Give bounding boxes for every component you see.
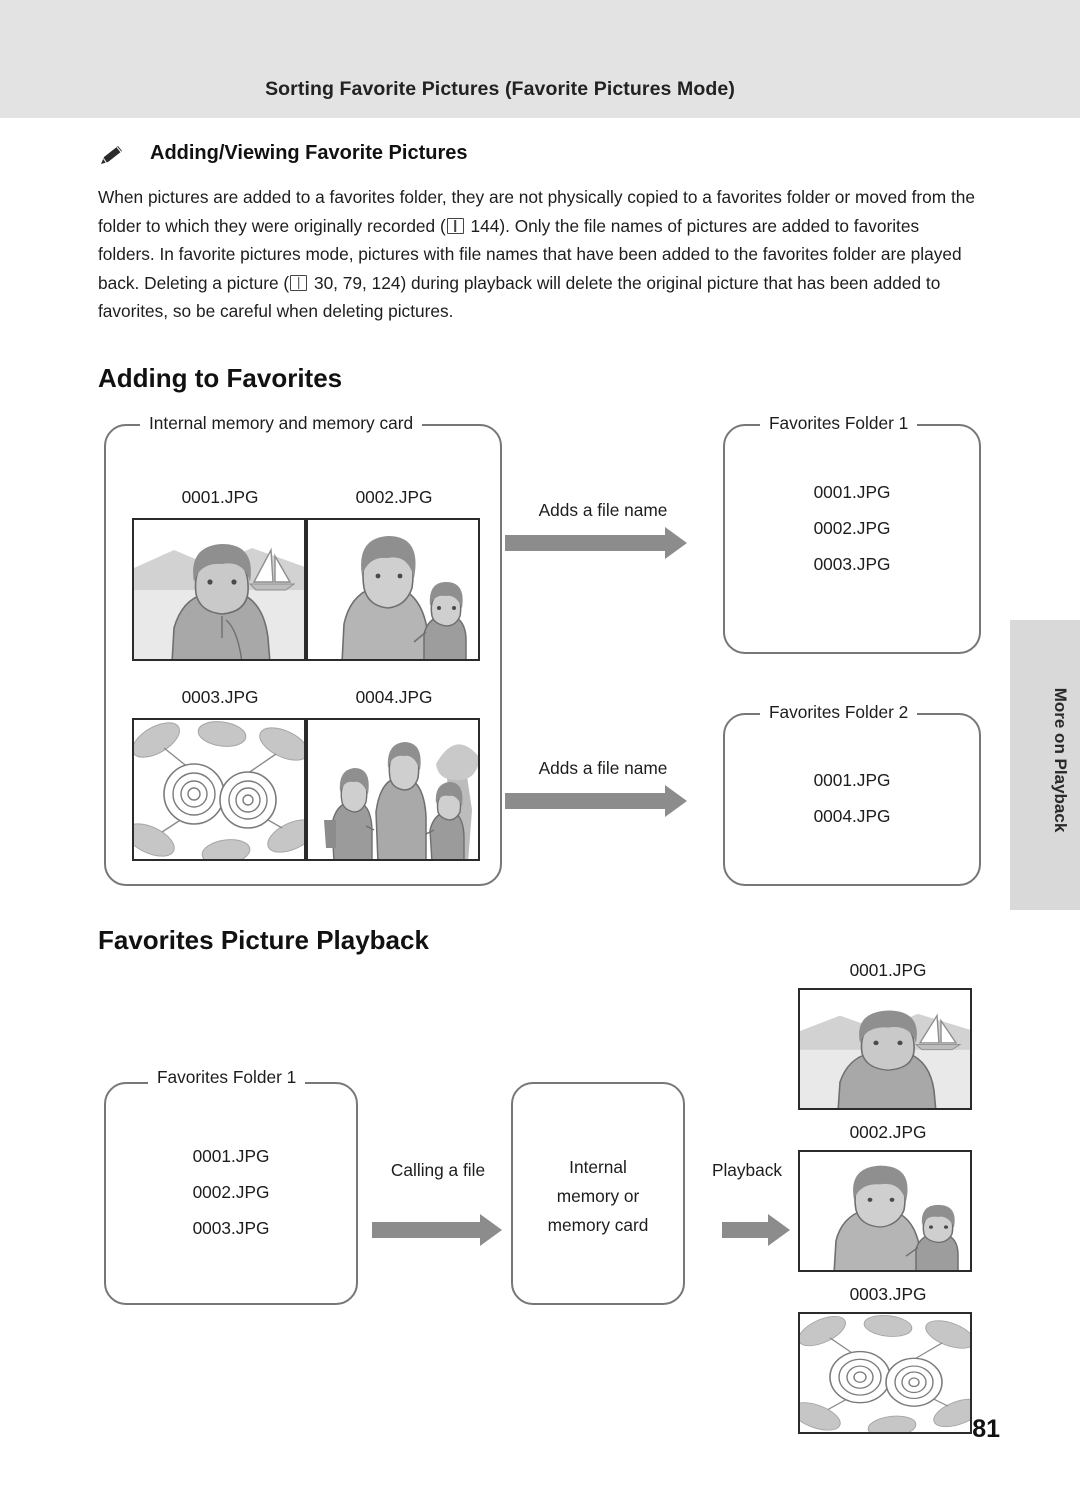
source-file-label-0001: 0001.JPG	[181, 487, 259, 507]
favorites-folder-1-file-0002: 0002.JPG	[813, 518, 891, 538]
playback-folder-label: Favorites Folder 1	[148, 1068, 306, 1086]
playback-thumbnail-0002	[798, 1150, 972, 1272]
source-file-label-0003: 0003.JPG	[181, 687, 259, 707]
arrow-caption-playback: Playback	[711, 1160, 783, 1180]
playback-output-label-0002: 0002.JPG	[849, 1122, 927, 1142]
page: Sorting Favorite Pictures (Favorite Pict…	[0, 0, 1080, 1486]
arrow-caption-adds-file-name-1: Adds a file name	[538, 500, 668, 520]
favorites-folder-2-file-0001: 0001.JPG	[813, 770, 891, 790]
favorites-folder-2-file-0004: 0004.JPG	[813, 806, 891, 826]
arrow-4-body	[722, 1222, 768, 1238]
arrow-1-head	[665, 527, 687, 559]
pencil-note-icon	[98, 144, 124, 168]
page-number: 81	[972, 1415, 1000, 1443]
side-tab-label: More on Playback	[1051, 687, 1070, 833]
note-title: Adding/Viewing Favorite Pictures	[150, 142, 468, 164]
source-box-label: Internal memory and memory card	[140, 414, 423, 432]
source-file-label-0004: 0004.JPG	[355, 687, 433, 707]
memory-box-label: Internal memory or memory card	[547, 1157, 649, 1235]
side-tab: More on Playback	[1010, 620, 1080, 910]
arrow-2-head	[665, 785, 687, 817]
favorites-folder-2-file-list: 0001.JPG 0004.JPG	[723, 762, 981, 834]
favorites-folder-1-file-0001: 0001.JPG	[813, 482, 891, 502]
arrow-3-body	[372, 1222, 480, 1238]
favorites-folder-1-file-list: 0001.JPG 0002.JPG 0003.JPG	[723, 474, 981, 582]
favorites-folder-1-label: Favorites Folder 1	[760, 414, 918, 432]
arrow-caption-calling-a-file: Calling a file	[390, 1160, 486, 1180]
section-heading-adding-to-favorites: Adding to Favorites	[98, 363, 343, 393]
playback-thumbnail-0001	[798, 988, 972, 1110]
thumbnail-0003	[132, 718, 306, 861]
playback-folder-file-0002: 0002.JPG	[192, 1182, 270, 1202]
arrow-2-body	[505, 793, 665, 809]
arrow-4-head	[768, 1214, 790, 1246]
thumbnail-0004	[306, 718, 480, 861]
playback-output-label-0001: 0001.JPG	[849, 960, 927, 980]
note-body: When pictures are added to a favorites f…	[98, 183, 980, 326]
thumbnail-0002	[306, 518, 480, 661]
favorites-folder-1-file-0003: 0003.JPG	[813, 554, 891, 574]
source-file-label-0002: 0002.JPG	[355, 487, 433, 507]
arrow-1-body	[505, 535, 665, 551]
playback-folder-file-0003: 0003.JPG	[192, 1218, 270, 1238]
playback-output-label-0003: 0003.JPG	[849, 1284, 927, 1304]
book-ref-icon-2	[290, 274, 308, 291]
section-heading-favorites-picture-playback: Favorites Picture Playback	[98, 925, 429, 955]
playback-thumbnail-0003	[798, 1312, 972, 1434]
arrow-3-head	[480, 1214, 502, 1246]
book-ref-icon-1	[446, 217, 464, 234]
playback-folder-file-list: 0001.JPG 0002.JPG 0003.JPG	[104, 1138, 358, 1246]
playback-folder-file-0001: 0001.JPG	[192, 1146, 270, 1166]
page-header-title: Sorting Favorite Pictures (Favorite Pict…	[265, 78, 735, 100]
arrow-caption-adds-file-name-2: Adds a file name	[538, 758, 668, 778]
favorites-folder-2-label: Favorites Folder 2	[760, 703, 918, 721]
thumbnail-0001	[132, 518, 306, 661]
